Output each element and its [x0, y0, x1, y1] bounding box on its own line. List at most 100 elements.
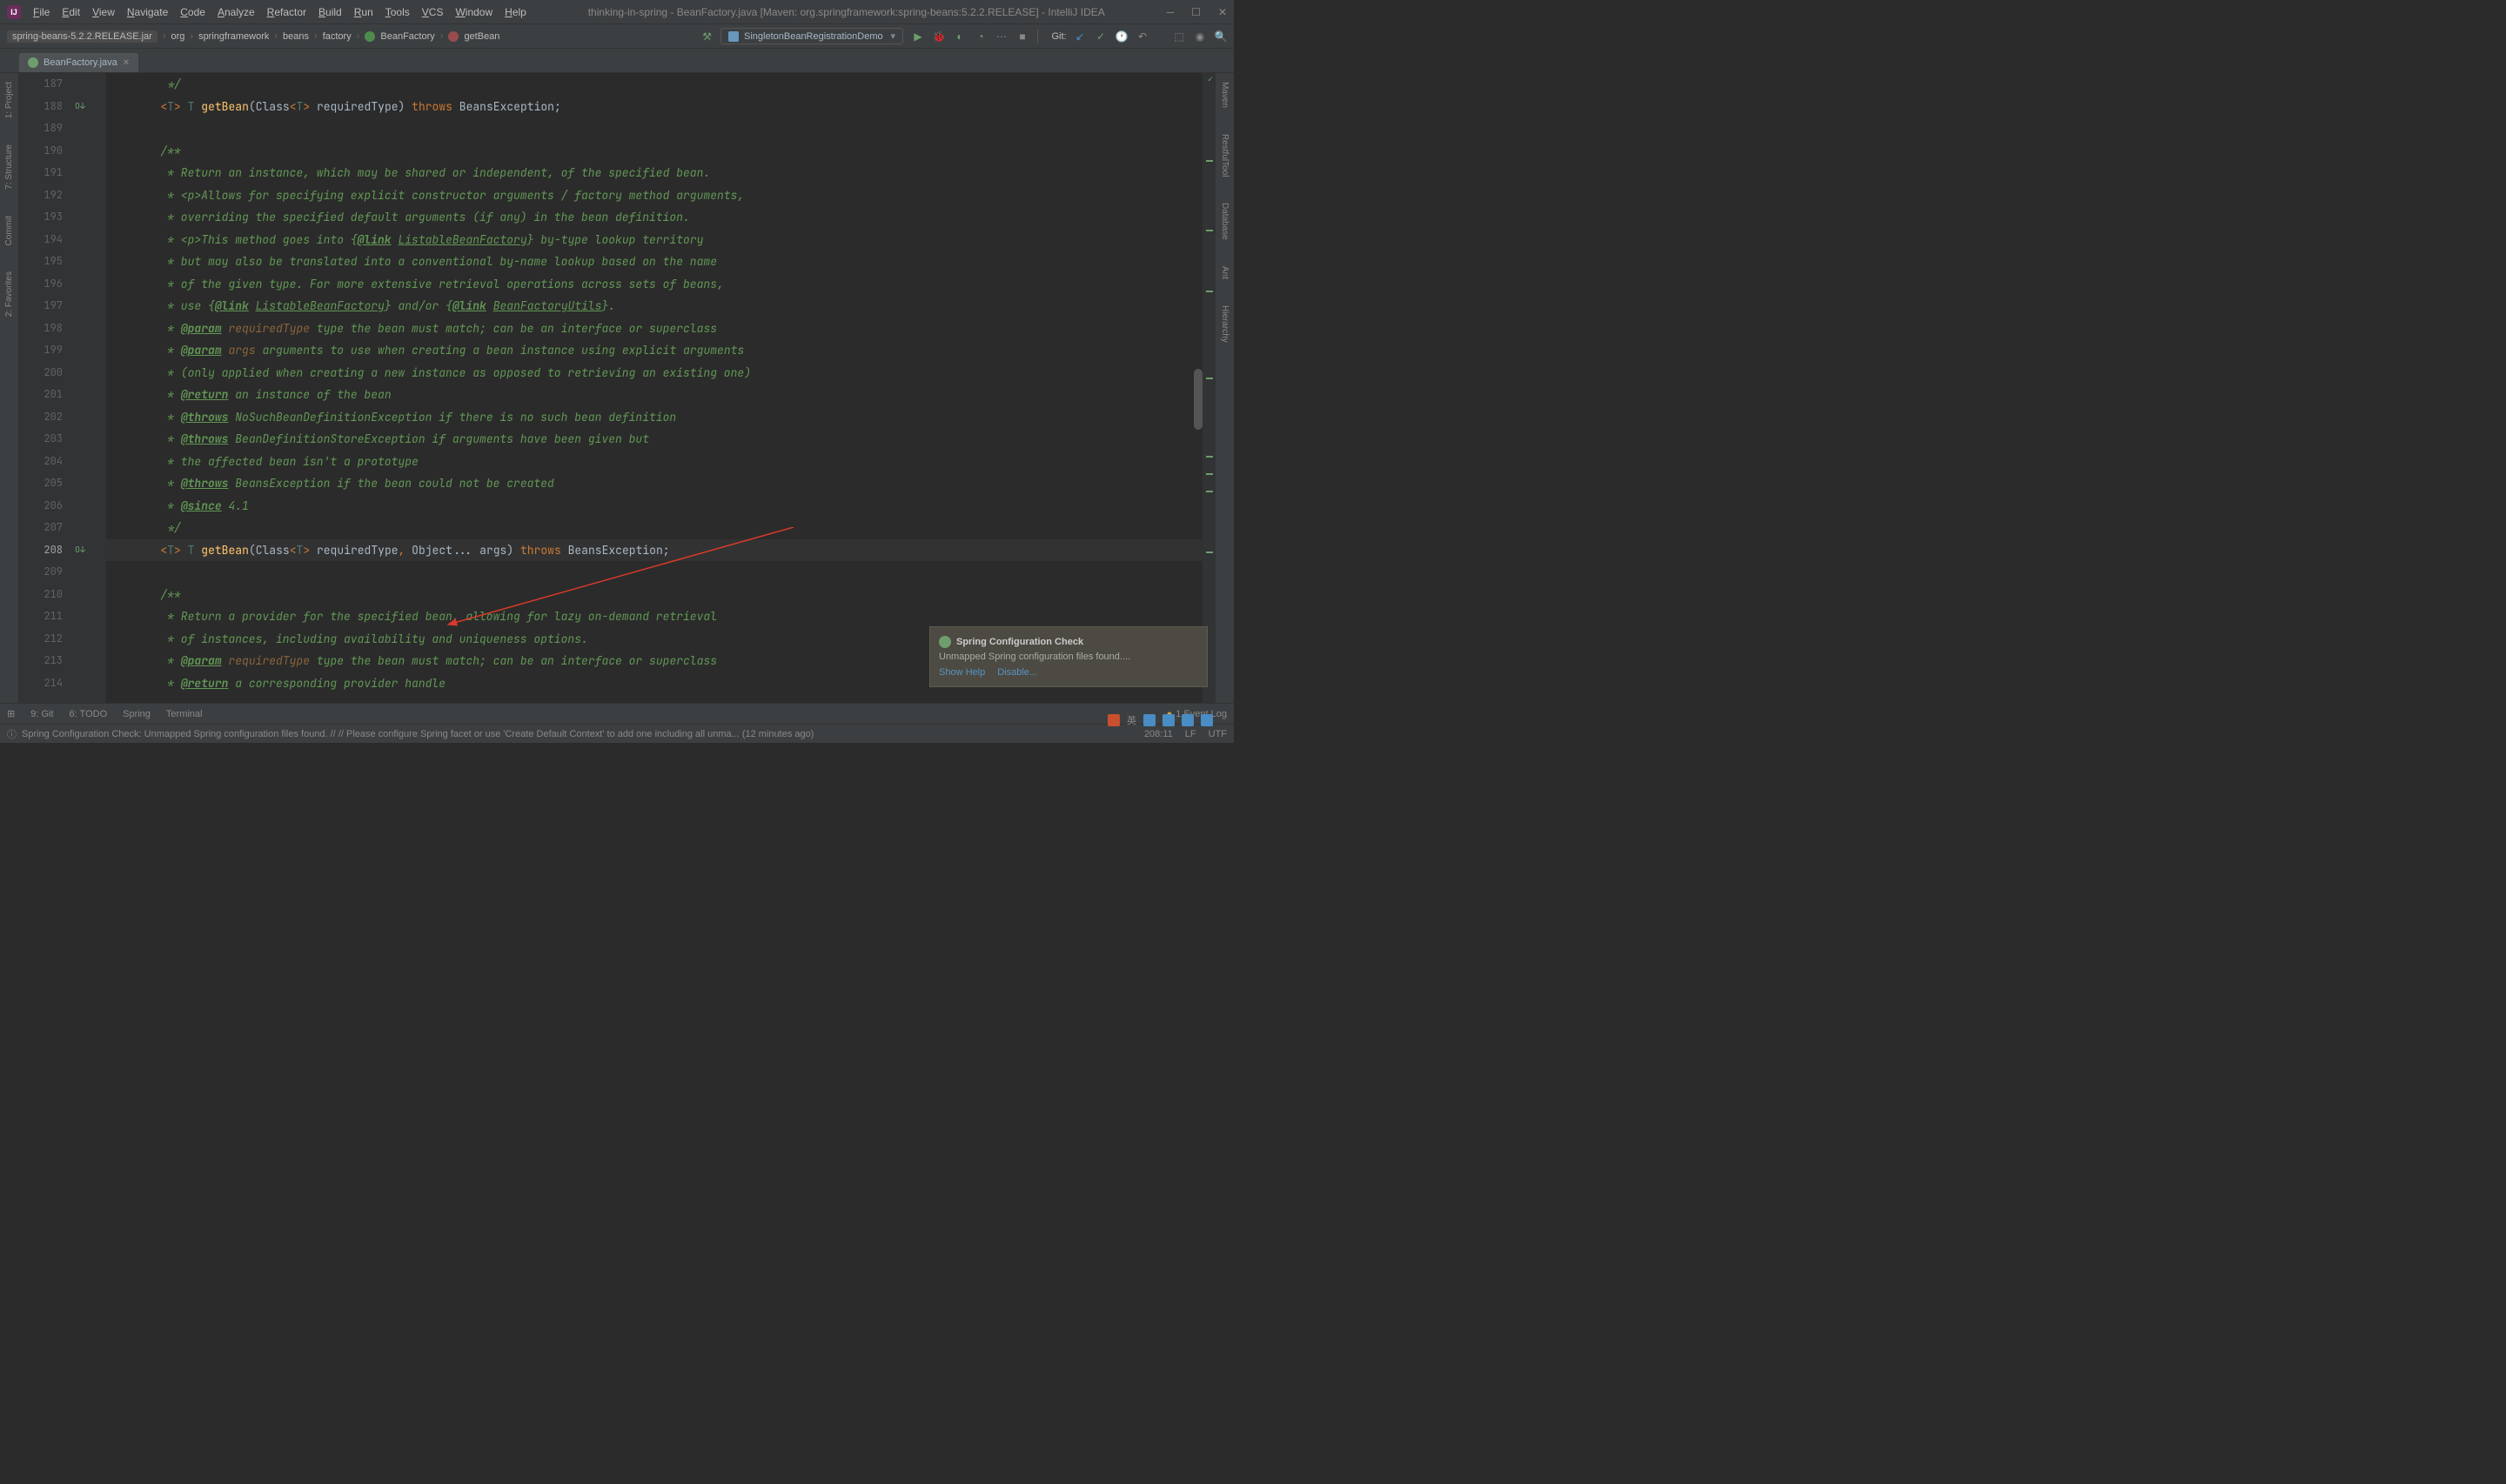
notification-text: Unmapped Spring configuration files foun… [939, 652, 1198, 662]
search-icon[interactable]: 🔍 [1215, 30, 1227, 43]
tab-beanfactory[interactable]: BeanFactory.java ✕ [19, 53, 138, 72]
bottom-tool[interactable]: 6: TODO [70, 709, 108, 719]
disable-link[interactable]: Disable... [997, 667, 1037, 678]
cursor-position[interactable]: 208:11 [1144, 729, 1173, 739]
tool-hierarchy[interactable]: Hierarchy [1220, 305, 1230, 343]
breadcrumb-method[interactable]: getBean [464, 31, 499, 42]
menu-run[interactable]: Run [354, 6, 373, 18]
code-line[interactable]: <T> T getBean(Class<T> requiredType) thr… [106, 96, 1203, 118]
code-line[interactable]: * @throws BeansException if the bean cou… [106, 472, 1203, 495]
override-icon[interactable]: O↓ [75, 538, 85, 561]
code-line[interactable]: */ [106, 517, 1203, 539]
code-line[interactable]: * (only applied when creating a new inst… [106, 362, 1203, 384]
menu-window[interactable]: Window [455, 6, 492, 18]
code-line[interactable] [106, 117, 1203, 140]
tray-icon[interactable] [1143, 714, 1156, 726]
tool-favorites[interactable]: 2: Favorites [4, 271, 14, 317]
coverage-icon[interactable]: ◐ [954, 30, 966, 43]
code-line[interactable]: /** [106, 584, 1203, 606]
vcs-commit-icon[interactable]: ✓ [1095, 30, 1107, 43]
menu-tools[interactable]: Tools [385, 6, 410, 18]
scrollbar-thumb[interactable] [1194, 369, 1203, 430]
debug-icon[interactable]: 🐞 [933, 30, 945, 43]
show-help-link[interactable]: Show Help [939, 667, 985, 678]
menu-file[interactable]: File [33, 6, 50, 18]
tray-icon[interactable] [1163, 714, 1175, 726]
menu-edit[interactable]: Edit [62, 6, 80, 18]
code-line[interactable]: * @since 4.1 [106, 495, 1203, 518]
breadcrumb-part[interactable]: factory [323, 31, 352, 42]
bottom-tool[interactable]: Spring [123, 709, 151, 719]
breadcrumb-part[interactable]: beans [283, 31, 309, 42]
tray-icon[interactable] [1108, 714, 1120, 726]
code-line[interactable]: * @param requiredType type the bean must… [106, 318, 1203, 340]
stop-icon[interactable]: ■ [1016, 30, 1029, 43]
tab-close-icon[interactable]: ✕ [123, 58, 130, 68]
code-line[interactable]: * use {@link ListableBeanFactory} and/or… [106, 295, 1203, 318]
code-line[interactable]: * <p>This method goes into {@link Listab… [106, 229, 1203, 251]
menu-help[interactable]: Help [505, 6, 526, 18]
run-config-selector[interactable]: SingletonBeanRegistrationDemo ▾ [720, 28, 903, 44]
build-icon[interactable]: ⚒ [702, 30, 712, 43]
left-tool-strip: 1: Project 7: Structure Commit 2: Favorites [0, 73, 19, 703]
menu-analyze[interactable]: Analyze [218, 6, 255, 18]
minimize-icon[interactable]: ─ [1167, 6, 1175, 18]
tool-structure[interactable]: 7: Structure [4, 144, 14, 190]
bottom-tool[interactable]: Terminal [166, 709, 203, 719]
attach-icon[interactable]: ⋯ [995, 30, 1008, 43]
editor[interactable]: 1871881891901911921931941951961971981992… [19, 73, 1215, 703]
tool-window-icon[interactable]: ⊞ [7, 708, 15, 719]
tool-project[interactable]: 1: Project [4, 82, 14, 118]
code-line[interactable]: * of the given type. For more extensive … [106, 273, 1203, 296]
code-line[interactable]: */ [106, 73, 1203, 96]
menu-view[interactable]: View [92, 6, 115, 18]
code-line[interactable]: * overriding the specified default argum… [106, 206, 1203, 229]
ide-icon[interactable]: ⬚ [1173, 30, 1185, 43]
code-line[interactable]: * @param args arguments to use when crea… [106, 339, 1203, 362]
close-icon[interactable]: ✕ [1218, 6, 1227, 18]
maximize-icon[interactable]: ☐ [1191, 6, 1201, 18]
code-line[interactable]: <T> T getBean(Class<T> requiredType, Obj… [106, 539, 1203, 562]
code-line[interactable]: * but may also be translated into a conv… [106, 251, 1203, 273]
tool-database[interactable]: Database [1220, 203, 1230, 240]
line-separator[interactable]: LF [1185, 729, 1196, 739]
status-message[interactable]: ⓘ Spring Configuration Check: Unmapped S… [7, 727, 1144, 741]
menu-refactor[interactable]: Refactor [267, 6, 306, 18]
code-line[interactable]: * @throws NoSuchBeanDefinitionException … [106, 406, 1203, 429]
breadcrumb-class[interactable]: BeanFactory [380, 31, 434, 42]
code-line[interactable]: /** [106, 140, 1203, 163]
encoding[interactable]: UTF [1209, 729, 1227, 739]
breadcrumb-jar[interactable]: spring-beans-5.2.2.RELEASE.jar [7, 30, 157, 43]
tray-icon[interactable] [1182, 714, 1194, 726]
tool-restfultool[interactable]: RestfulTool [1220, 134, 1230, 177]
code-line[interactable]: * @throws BeanDefinitionStoreException i… [106, 428, 1203, 451]
error-stripe[interactable]: ✓ [1203, 73, 1215, 703]
profile-icon[interactable]: ◔ [975, 30, 987, 43]
ime-label[interactable]: 英 [1127, 713, 1136, 727]
vcs-update-icon[interactable]: ↙ [1074, 30, 1086, 43]
menu-build[interactable]: Build [318, 6, 342, 18]
code-line[interactable]: * Return a provider for the specified be… [106, 605, 1203, 628]
tool-ant[interactable]: Ant [1220, 266, 1230, 279]
code-line[interactable]: * Return an instance, which may be share… [106, 162, 1203, 184]
breadcrumb-part[interactable]: springframework [198, 31, 269, 42]
menu-navigate[interactable]: Navigate [127, 6, 168, 18]
vcs-revert-icon[interactable]: ↶ [1136, 30, 1149, 43]
breadcrumb-part[interactable]: org [171, 31, 184, 42]
avatar-icon[interactable]: ◉ [1194, 30, 1206, 43]
tray-icon[interactable] [1201, 714, 1213, 726]
code-line[interactable] [106, 561, 1203, 584]
vcs-history-icon[interactable]: 🕐 [1116, 30, 1128, 43]
run-icon[interactable]: ▶ [912, 30, 924, 43]
code-line[interactable]: * <p>Allows for specifying explicit cons… [106, 184, 1203, 207]
override-icon[interactable]: O↓ [75, 95, 85, 117]
tool-maven[interactable]: Maven [1220, 82, 1230, 108]
menu-vcs[interactable]: VCS [422, 6, 444, 18]
bottom-tool[interactable]: 9: Git [30, 709, 53, 719]
inspection-ok-icon[interactable]: ✓ [1208, 73, 1213, 84]
code-line[interactable]: * the affected bean isn't a prototype [106, 451, 1203, 473]
code-area[interactable]: */ <T> T getBean(Class<T> requiredType) … [106, 73, 1203, 703]
menu-code[interactable]: Code [180, 6, 205, 18]
tool-commit[interactable]: Commit [4, 216, 14, 245]
code-line[interactable]: * @return an instance of the bean [106, 384, 1203, 406]
